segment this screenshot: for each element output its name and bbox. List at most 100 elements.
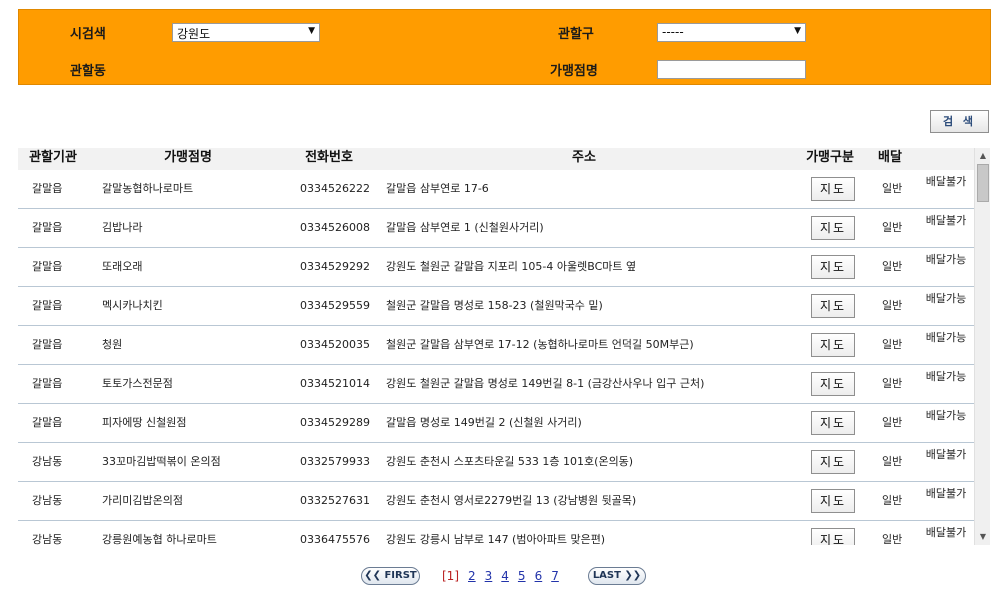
dong-label: 관할동 <box>70 64 106 79</box>
table-row: 갈말읍 피자에땅 신철원점 0334529289 갈말읍 명성로 149번길 2… <box>18 404 974 443</box>
cell-phone: 0334529292 <box>300 260 370 273</box>
cell-agency: 갈말읍 <box>32 182 63 195</box>
cell-agency: 강남동 <box>32 494 63 507</box>
cell-store: 청원 <box>102 338 123 351</box>
page-link-current[interactable]: [1] <box>442 569 459 583</box>
cell-store: 또래오래 <box>102 260 143 273</box>
last-page-button[interactable]: LAST ❯❯ <box>588 567 646 585</box>
cell-delivery: 배달불가 <box>925 175 967 188</box>
page-numbers: [1] 2 3 4 5 6 7 <box>442 567 568 585</box>
cell-address: 철원군 갈말읍 삼부연로 17-12 (농협하나로마트 언덕길 50M부근) <box>386 338 694 351</box>
table-header: 관할기관 가맹점명 전화번호 주소 가맹구분 배달 <box>18 148 976 170</box>
cell-agency: 갈말읍 <box>32 416 63 429</box>
cell-address: 강원도 철원군 갈말읍 지포리 105-4 아울렛BC마트 옆 <box>386 260 637 273</box>
city-select[interactable]: 강원도 ▼ <box>172 23 320 42</box>
scroll-down-icon[interactable]: ▼ <box>975 529 991 545</box>
city-label: 시검색 <box>70 27 106 42</box>
cell-agency: 갈말읍 <box>32 260 63 273</box>
district-select[interactable]: ----- ▼ <box>657 23 806 42</box>
store-name-label: 가맹점명 <box>550 64 598 79</box>
cell-phone: 0334529559 <box>300 299 370 312</box>
table-row: 강남동 가리미김밥온의점 0332527631 강원도 춘천시 영서로2279번… <box>18 482 974 521</box>
cell-address: 강원도 춘천시 스포츠타운길 533 1층 101호(온의동) <box>386 455 634 468</box>
cell-store: 강릉원예농협 하나로마트 <box>102 533 217 545</box>
cell-agency: 갈말읍 <box>32 221 63 234</box>
cell-store: 피자에땅 신철원점 <box>102 416 187 429</box>
cell-type: 일반 <box>882 455 903 468</box>
cell-agency: 강남동 <box>32 455 63 468</box>
cell-delivery: 배달가능 <box>925 370 967 383</box>
cell-address: 갈말읍 삼부연로 17-6 <box>386 182 489 195</box>
cell-phone: 0334529289 <box>300 416 370 429</box>
search-panel: 시검색 강원도 ▼ 관할구 ----- ▼ 관할동 가맹점명 <box>18 9 991 85</box>
scroll-thumb[interactable] <box>977 164 989 202</box>
map-button[interactable]: 지도 <box>811 255 855 279</box>
cell-delivery: 배달가능 <box>925 292 967 305</box>
map-button[interactable]: 지도 <box>811 177 855 201</box>
cell-type: 일반 <box>882 338 903 351</box>
cell-delivery: 배달가능 <box>925 409 967 422</box>
page-link[interactable]: 3 <box>485 569 493 583</box>
map-button[interactable]: 지도 <box>811 528 855 545</box>
table-row: 갈말읍 토토가스전문점 0334521014 강원도 철원군 갈말읍 명성로 1… <box>18 365 974 404</box>
page-link[interactable]: 4 <box>501 569 509 583</box>
first-page-button[interactable]: ❮❮ FIRST <box>361 567 420 585</box>
cell-store: 갈말농협하나로마트 <box>102 182 194 195</box>
map-button[interactable]: 지도 <box>811 372 855 396</box>
map-button[interactable]: 지도 <box>811 216 855 240</box>
cell-address: 갈말읍 명성로 149번길 2 (신철원 사거리) <box>386 416 582 429</box>
cell-phone: 0332579933 <box>300 455 370 468</box>
map-button[interactable]: 지도 <box>811 411 855 435</box>
cell-store: 토토가스전문점 <box>102 377 173 390</box>
header-phone: 전화번호 <box>305 150 353 165</box>
header-type: 가맹구분 <box>806 150 854 165</box>
page-link[interactable]: 5 <box>518 569 526 583</box>
cell-type: 일반 <box>882 533 903 545</box>
cell-delivery: 배달불가 <box>925 448 967 461</box>
header-delivery: 배달 <box>878 150 902 165</box>
cell-phone: 0334520035 <box>300 338 370 351</box>
cell-address: 강원도 강릉시 남부로 147 (범아아파트 맞은편) <box>386 533 606 545</box>
cell-address: 철원군 갈말읍 명성로 158-23 (철원막국수 밑) <box>386 299 603 312</box>
cell-store: 김밥나라 <box>102 221 143 234</box>
cell-agency: 강남동 <box>32 533 63 545</box>
map-button[interactable]: 지도 <box>811 294 855 318</box>
map-button[interactable]: 지도 <box>811 333 855 357</box>
cell-delivery: 배달가능 <box>925 331 967 344</box>
cell-phone: 0332527631 <box>300 494 370 507</box>
page-link[interactable]: 2 <box>468 569 476 583</box>
cell-type: 일반 <box>882 182 903 195</box>
cell-delivery: 배달불가 <box>925 487 967 500</box>
table-row: 갈말읍 김밥나라 0334526008 갈말읍 삼부연로 1 (신철원사거리) … <box>18 209 974 248</box>
cell-store: 33꼬마김밥떡볶이 온의점 <box>102 455 221 468</box>
district-label: 관할구 <box>558 27 594 42</box>
cell-type: 일반 <box>882 299 903 312</box>
cell-store: 멕시카나치킨 <box>102 299 163 312</box>
cell-delivery: 배달불가 <box>925 526 967 539</box>
cell-delivery: 배달가능 <box>925 253 967 266</box>
table-row: 갈말읍 또래오래 0334529292 강원도 철원군 갈말읍 지포리 105-… <box>18 248 974 287</box>
cell-agency: 갈말읍 <box>32 377 63 390</box>
table-scrollbar[interactable]: ▲ ▼ <box>974 148 990 545</box>
cell-store: 가리미김밥온의점 <box>102 494 183 507</box>
cell-address: 강원도 춘천시 영서로2279번길 13 (강남병원 뒷골목) <box>386 494 637 507</box>
scroll-up-icon[interactable]: ▲ <box>975 148 991 164</box>
page-link[interactable]: 7 <box>551 569 559 583</box>
table-row: 갈말읍 청원 0334520035 철원군 갈말읍 삼부연로 17-12 (농협… <box>18 326 974 365</box>
store-name-input[interactable] <box>657 60 806 79</box>
cell-address: 갈말읍 삼부연로 1 (신철원사거리) <box>386 221 544 234</box>
header-address: 주소 <box>572 150 596 165</box>
header-store: 가맹점명 <box>164 150 212 165</box>
cell-agency: 갈말읍 <box>32 299 63 312</box>
page-link[interactable]: 6 <box>535 569 543 583</box>
cell-address: 강원도 철원군 갈말읍 명성로 149번길 8-1 (금강산사우나 입구 근처) <box>386 377 705 390</box>
cell-delivery: 배달불가 <box>925 214 967 227</box>
search-button[interactable]: 검 색 <box>930 110 989 133</box>
cell-phone: 0336475576 <box>300 533 370 545</box>
map-button[interactable]: 지도 <box>811 489 855 513</box>
map-button[interactable]: 지도 <box>811 450 855 474</box>
city-select-value: 강원도 <box>177 27 211 41</box>
cell-type: 일반 <box>882 494 903 507</box>
table-row: 갈말읍 갈말농협하나로마트 0334526222 갈말읍 삼부연로 17-6 지… <box>18 170 974 209</box>
district-select-value: ----- <box>662 25 684 39</box>
